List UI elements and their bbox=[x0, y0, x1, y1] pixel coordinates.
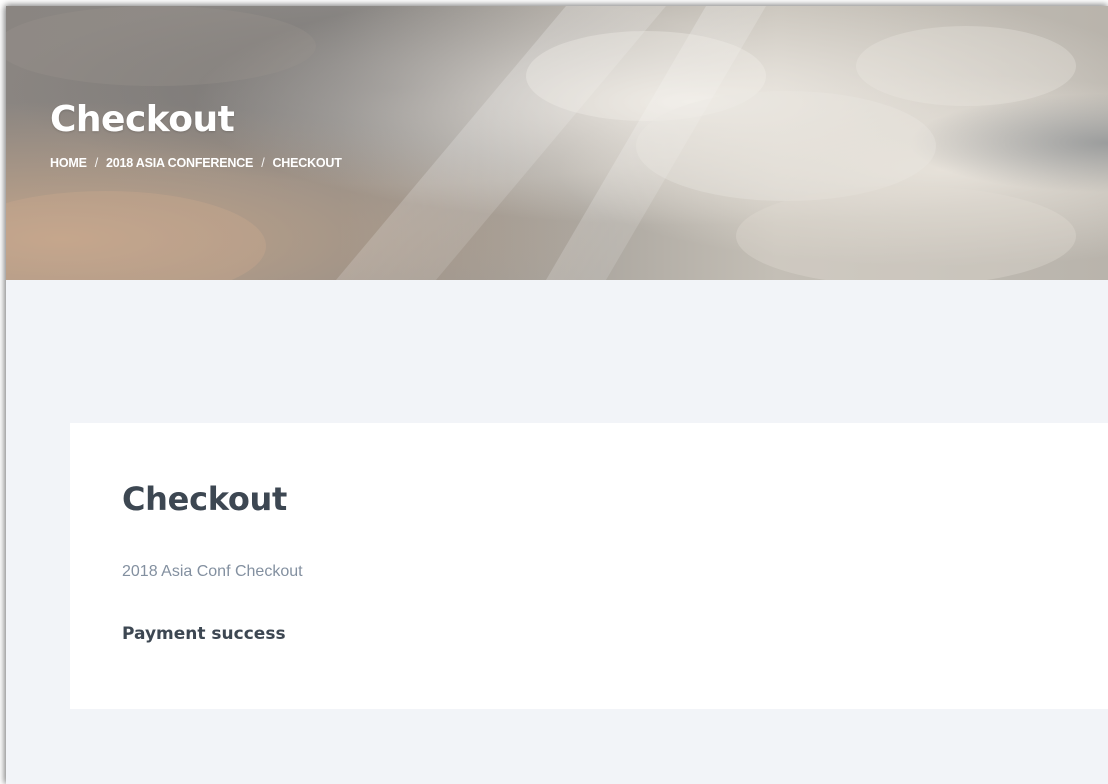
breadcrumb: HOME / 2018 ASIA CONFERENCE / CHECKOUT bbox=[50, 156, 342, 170]
page-frame: Checkout HOME / 2018 ASIA CONFERENCE / C… bbox=[6, 6, 1108, 784]
checkout-heading: Checkout bbox=[122, 480, 288, 518]
breadcrumb-separator: / bbox=[94, 156, 99, 170]
checkout-subtitle: 2018 Asia Conf Checkout bbox=[122, 563, 303, 580]
page-title: Checkout bbox=[50, 99, 235, 140]
page-header-banner: Checkout HOME / 2018 ASIA CONFERENCE / C… bbox=[6, 6, 1108, 280]
checkout-card: Checkout 2018 Asia Conf Checkout Payment… bbox=[70, 423, 1108, 709]
payment-status-message: Payment success bbox=[122, 624, 286, 644]
breadcrumb-separator: / bbox=[261, 156, 265, 170]
breadcrumb-current: CHECKOUT bbox=[272, 156, 342, 170]
header-content: Checkout HOME / 2018 ASIA CONFERENCE / C… bbox=[50, 98, 342, 170]
breadcrumb-event-link[interactable]: 2018 ASIA CONFERENCE bbox=[106, 156, 253, 170]
breadcrumb-home-link[interactable]: HOME bbox=[50, 156, 87, 170]
